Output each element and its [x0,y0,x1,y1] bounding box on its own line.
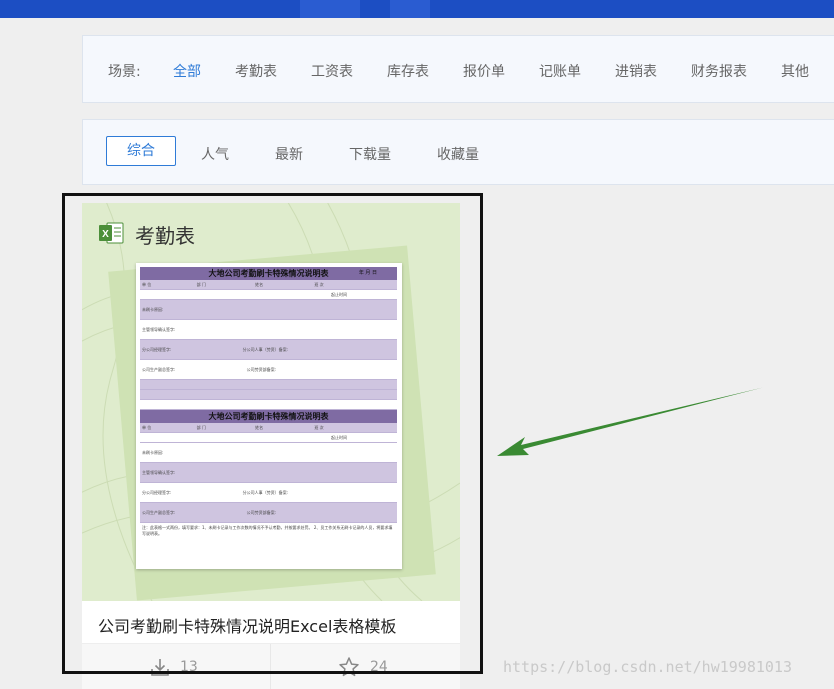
form-branch-manager-label: 分公司经理签字: [142,490,172,495]
template-thumbnail[interactable]: X 考勤表 大地公司考勤刷卡特殊情况说明表 年 月 日 单 位 部 门 姓名 班… [82,203,460,601]
sort-popularity[interactable]: 人气 [201,144,229,164]
form-row: 未刷卡原因: [140,300,397,320]
scene-filter-quotation[interactable]: 报价单 [463,61,505,81]
form-date-label: 年 月 日 [358,270,377,276]
favorite-stat[interactable]: 24 [338,644,388,689]
form-title: 大地公司考勤刷卡特殊情况说明表 年 月 日 [140,267,397,280]
form-production-label: 公司生产副总签字: [142,367,176,372]
template-title[interactable]: 公司考勤刷卡特殊情况说明Excel表格模板 [98,613,396,637]
download-stat[interactable]: 13 [150,644,198,689]
excel-icon: X [99,222,124,244]
download-count: 13 [180,659,198,675]
form-row: 分公司经理签字: 分公司人事（劳资）备案: [140,340,397,360]
form-shift-label: 班 次 [314,282,324,287]
template-category-heading: 考勤表 [135,224,195,248]
sort-comprehensive[interactable]: 综合 [106,136,176,166]
form-period-label: 起止时间 [331,292,347,297]
form-row: 起止时间 [140,433,397,443]
banner-decoration [300,0,360,18]
sort-favorites[interactable]: 收藏量 [437,144,479,164]
form-hr-dept-label: 公司劳资部备案: [246,367,276,372]
form-period-label: 起止时间 [331,435,347,440]
form-row: 未刷卡原因: [140,443,397,463]
form-unit-label: 单 位 [142,282,152,287]
scene-filter-inventory[interactable]: 库存表 [387,61,429,81]
form-reason-label: 未刷卡原因: [142,450,164,455]
form-branch-hr-label: 分公司人事（劳资）备案: [242,490,288,495]
sort-downloads[interactable]: 下载量 [349,144,391,164]
form-reason-label: 未刷卡原因: [142,307,164,312]
svg-text:X: X [102,229,109,240]
favorite-count: 24 [370,659,388,675]
template-card[interactable]: X 考勤表 大地公司考勤刷卡特殊情况说明表 年 月 日 单 位 部 门 姓名 班… [82,203,460,689]
form-row: 单 位 部 门 姓名 班 次 [140,280,397,290]
card-footer: 13 24 [82,643,460,689]
banner-decoration [390,0,430,18]
form-title-text: 大地公司考勤刷卡特殊情况说明表 [208,269,329,278]
form-preview-sheet: 大地公司考勤刷卡特殊情况说明表 年 月 日 单 位 部 门 姓名 班 次 起止时… [136,263,402,569]
form-row [140,390,397,400]
download-icon [151,659,169,676]
scene-filter-attendance[interactable]: 考勤表 [235,61,277,81]
form-hr-dept-label: 公司劳资部备案: [246,510,276,515]
form-dept-label: 部 门 [196,282,206,287]
scene-filter-salary[interactable]: 工资表 [311,61,353,81]
form-title: 大地公司考勤刷卡特殊情况说明表 [140,410,397,423]
scene-filter-sales[interactable]: 进销表 [615,61,657,81]
form-dept-label: 部 门 [196,425,206,430]
scene-filter-other[interactable]: 其他 [781,61,809,81]
star-icon [339,657,359,677]
form-row: 起止时间 [140,290,397,300]
scene-filter-finance[interactable]: 财务报表 [691,61,747,81]
form-row: 单 位 部 门 姓名 班 次 [140,423,397,433]
sort-filter-bar: 综合 人气 最新 下载量 收藏量 [82,119,834,185]
form-row: 公司生产副总签字: 公司劳资部备案: [140,360,397,380]
form-note: 注：此表格一式两份，填写要求：1、未刷卡记录与工作次数的情况不予认考勤，并按要求… [142,525,393,536]
form-branch-manager-label: 分公司经理签字: [142,347,172,352]
form-supervisor-label: 主管领导确认签字: [142,327,176,332]
form-supervisor-label: 主管领导确认签字: [142,470,176,475]
form-production-label: 公司生产副总签字: [142,510,176,515]
watermark: https://blog.csdn.net/hw19981013 [503,658,792,676]
scene-filter-bar: 场景: 全部 考勤表 工资表 库存表 报价单 记账单 进销表 财务报表 其他 [82,35,834,103]
form-preview: 大地公司考勤刷卡特殊情况说明表 年 月 日 单 位 部 门 姓名 班 次 起止时… [140,267,397,539]
form-row: 公司生产副总签字: 公司劳资部备案: [140,503,397,523]
scene-filter-all[interactable]: 全部 [173,61,201,81]
annotation-arrow [497,387,765,456]
footer-divider [270,644,271,689]
form-row [140,380,397,390]
form-branch-hr-label: 分公司人事（劳资）备案: [242,347,288,352]
scene-filter-label: 场景: [108,64,141,80]
sort-newest[interactable]: 最新 [275,144,303,164]
form-row: 主管领导确认签字: [140,320,397,340]
form-row: 分公司经理签字: 分公司人事（劳资）备案: [140,483,397,503]
form-shift-label: 班 次 [314,425,324,430]
form-row: 主管领导确认签字: [140,463,397,483]
form-row [140,400,397,410]
form-title-text: 大地公司考勤刷卡特殊情况说明表 [208,412,329,421]
form-name-label: 姓名 [255,282,264,287]
top-banner [0,0,834,18]
scene-filter-bookkeeping[interactable]: 记账单 [539,61,581,81]
form-unit-label: 单 位 [142,425,152,430]
form-name-label: 姓名 [255,425,264,430]
